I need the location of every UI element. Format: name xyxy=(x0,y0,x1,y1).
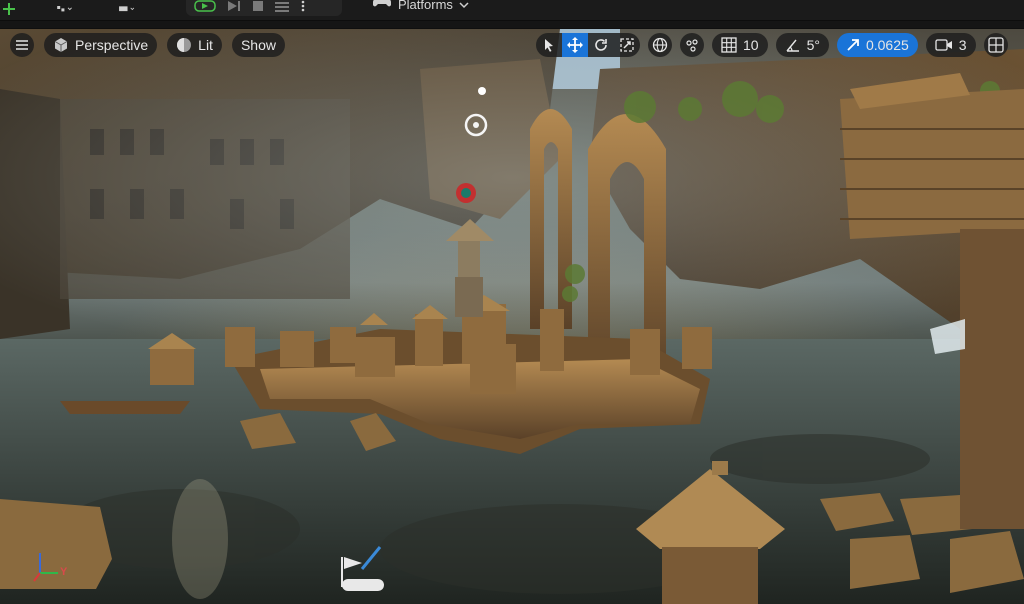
camera-speed-button[interactable]: 3 xyxy=(925,33,976,57)
hamburger-icon xyxy=(16,40,28,50)
platforms-label: Platforms xyxy=(398,0,453,12)
chevron-down-icon xyxy=(459,0,469,12)
lighting-mode-label: Lit xyxy=(198,37,213,53)
coordinate-system-button[interactable] xyxy=(648,33,672,57)
lit-button[interactable]: Lit xyxy=(167,33,222,57)
lit-sphere-icon xyxy=(177,38,192,52)
level-viewport[interactable]: Perspective Lit Show 10 5° 0.0625 3 Y xyxy=(0,28,1024,604)
viewport-right-toolbar: 10 5° 0.0625 3 xyxy=(536,32,1008,58)
perspective-button[interactable]: Perspective xyxy=(44,33,158,57)
eject-icon[interactable] xyxy=(274,0,290,17)
scale-snap-button[interactable]: 0.0625 xyxy=(836,33,918,57)
axis-gizmo: Y xyxy=(30,547,80,587)
axis-arrows-icon xyxy=(33,553,58,582)
cube-icon xyxy=(54,38,68,52)
reflection-capture-icon[interactable] xyxy=(456,183,476,203)
blueprint-dropdown-icon[interactable] xyxy=(56,2,74,16)
show-label: Show xyxy=(240,37,276,53)
gamepad-icon xyxy=(372,0,392,12)
rotate-icon xyxy=(595,39,607,51)
camera-speed-value: 3 xyxy=(958,37,967,53)
play-controls xyxy=(186,0,342,16)
angle-icon xyxy=(786,39,799,52)
sun-sprite-icon[interactable] xyxy=(478,87,486,95)
scale-snap-icon xyxy=(847,39,859,51)
rotate-mode-button[interactable] xyxy=(588,33,614,57)
add-actor-icon[interactable] xyxy=(0,2,18,16)
editor-window: Platforms Perspective Lit Show 10 5° 0.0… xyxy=(0,0,1024,604)
transform-mode-group xyxy=(536,33,640,57)
play-icon[interactable] xyxy=(194,0,216,17)
grid-snap-value: 10 xyxy=(743,37,759,53)
layout-grid-icon xyxy=(987,37,1004,53)
camera-icon xyxy=(935,39,952,51)
viewport-menu-button[interactable] xyxy=(10,33,34,57)
move-arrows-icon xyxy=(567,37,583,53)
viewport-layout-button[interactable] xyxy=(983,33,1008,57)
main-toolbar: Platforms xyxy=(0,0,1024,21)
grid-snap-button[interactable]: 10 xyxy=(712,33,768,57)
select-mode-button[interactable] xyxy=(536,33,562,57)
skip-icon[interactable] xyxy=(226,0,242,17)
globe-icon xyxy=(652,37,668,53)
cursor-icon xyxy=(545,39,553,52)
surface-snap-icon xyxy=(686,39,698,52)
view-mode-label: Perspective xyxy=(75,37,149,53)
toolbar-left-group xyxy=(0,0,136,18)
cinematics-dropdown-icon[interactable] xyxy=(118,2,136,16)
viewport-left-toolbar: Perspective Lit Show xyxy=(10,32,285,58)
rotation-snap-button[interactable]: 5° xyxy=(775,33,829,57)
scene-render xyxy=(0,29,1024,604)
stop-icon[interactable] xyxy=(252,0,264,17)
axis-y-label: Y xyxy=(60,566,68,578)
scale-snap-value: 0.0625 xyxy=(865,37,909,53)
more-options-icon[interactable] xyxy=(300,0,306,18)
show-button[interactable]: Show xyxy=(231,33,285,57)
rotation-snap-value: 5° xyxy=(806,37,820,53)
grid-icon xyxy=(721,37,737,53)
surface-snapping-button[interactable] xyxy=(680,33,704,57)
scale-mode-button[interactable] xyxy=(614,33,640,57)
translate-mode-button[interactable] xyxy=(562,33,588,57)
platforms-menu[interactable]: Platforms xyxy=(372,0,469,12)
scale-icon xyxy=(620,38,634,52)
